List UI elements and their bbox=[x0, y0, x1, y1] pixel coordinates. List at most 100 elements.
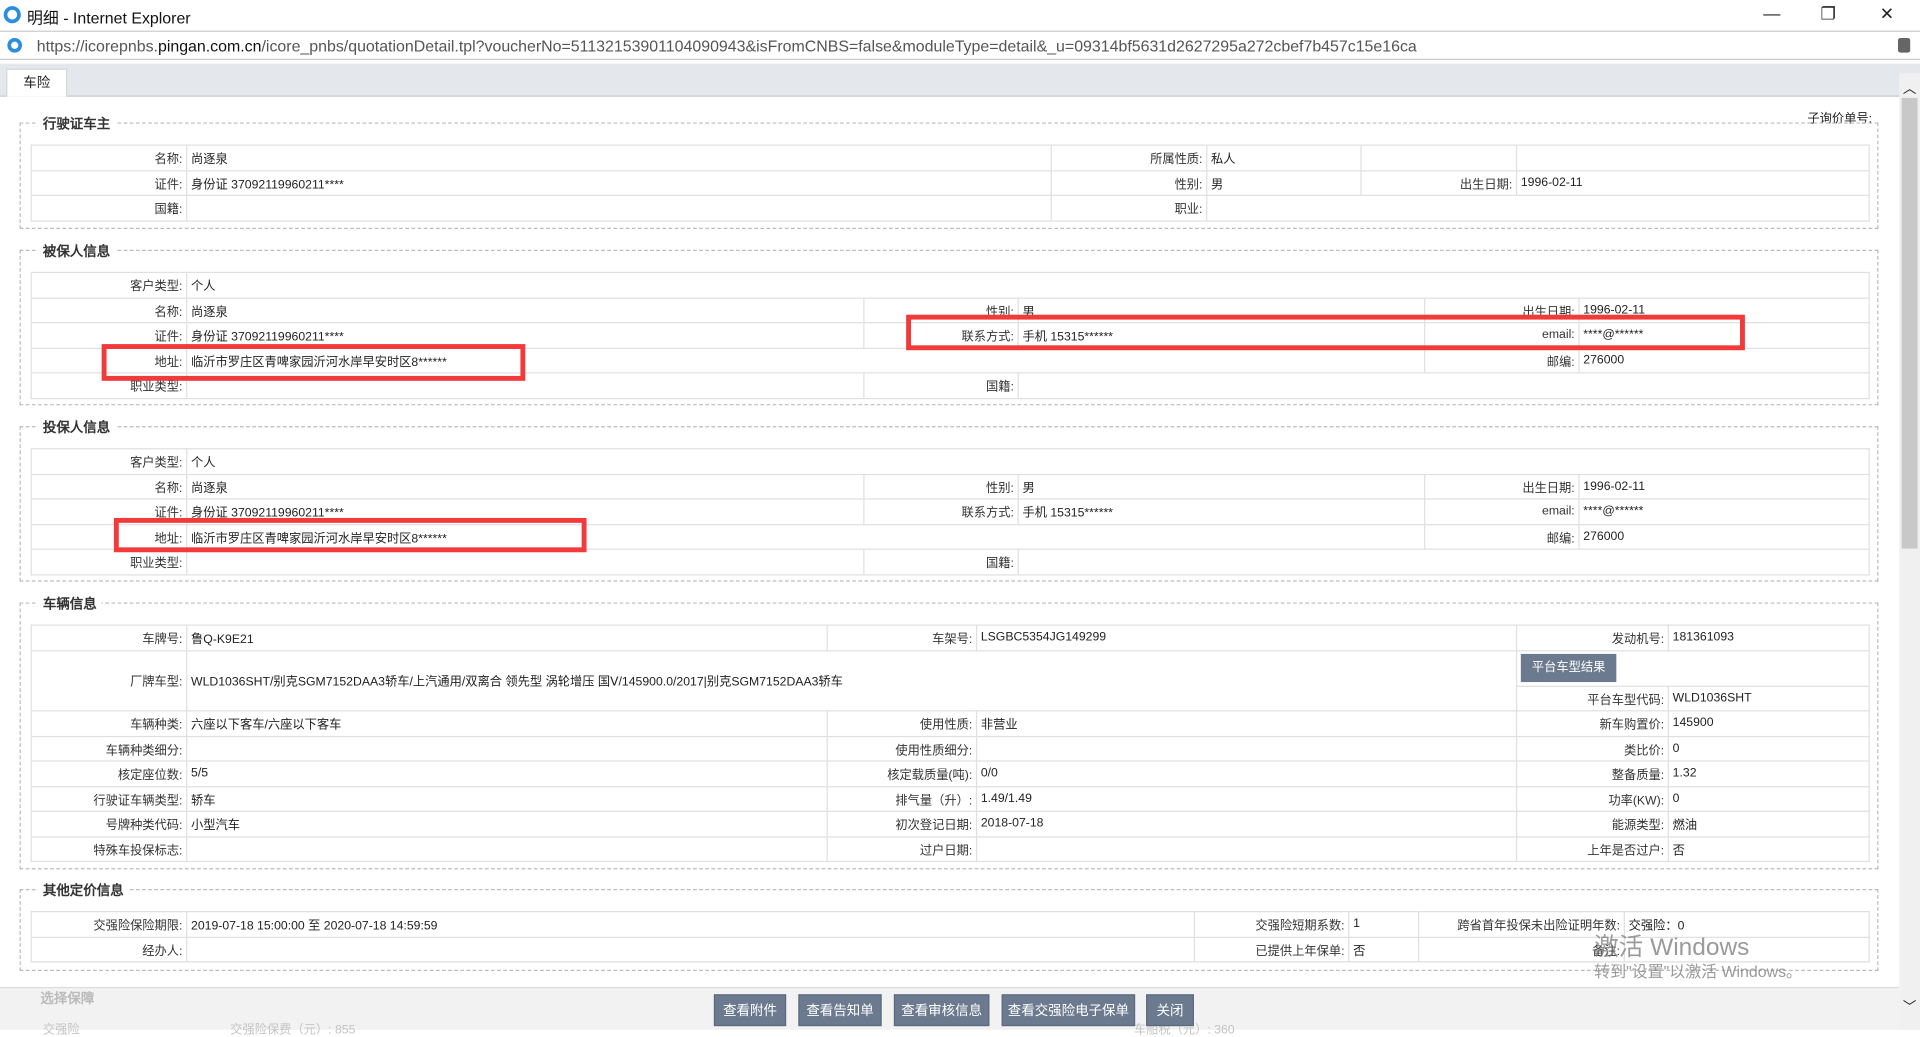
label: 排气量（升）: bbox=[826, 785, 978, 812]
ie-window: 明细 - Internet Explorer — ❐ ✕ https://ico… bbox=[0, 0, 1920, 1037]
platform-model-code: WLD1036SHT bbox=[1667, 685, 1870, 712]
empty-cell bbox=[186, 735, 828, 762]
short-term-factor: 1 bbox=[1348, 911, 1420, 938]
activation-watermark-title: 激活 Windows bbox=[1594, 934, 1750, 962]
platform-model-result-button[interactable]: 平台车型结果 bbox=[1520, 653, 1617, 683]
scrollbar[interactable]: ︿ ﹀ bbox=[1899, 73, 1920, 1030]
empty-cell bbox=[1017, 548, 1870, 575]
label: 出生日期: bbox=[1424, 473, 1580, 500]
empty-cell bbox=[1206, 194, 1870, 222]
applicant-email: ****@****** bbox=[1578, 498, 1870, 525]
label: 车辆种类: bbox=[30, 710, 188, 737]
vehicle-table: 车牌号: 鲁Q-K9E21 车架号: LSGBC5354JG149299 发动机号: 18… bbox=[30, 624, 1870, 863]
applicant-table: 客户类型: 个人 名称: 尚逐泉 性别: 男出生日期: 1996-02-11 证件: 身份证… bbox=[30, 448, 1870, 575]
label: 能源类型: bbox=[1515, 810, 1669, 837]
owner-section: 行驶证车主 名称: 尚逐泉 所属性质: 私人 证件: 身份证 3709211996021… bbox=[19, 113, 1879, 229]
vin: LSGBC5354JG149299 bbox=[975, 624, 1518, 651]
label: email: bbox=[1424, 498, 1580, 525]
label: 厂牌车型: bbox=[30, 649, 188, 712]
vehicle-section: 车辆信息 车牌号: 鲁Q-K9E21 车架号: LSGBC5354JG149299 发动… bbox=[19, 593, 1879, 870]
label: 性别: bbox=[863, 473, 1019, 500]
section-title: 行驶证车主 bbox=[37, 113, 116, 134]
register-date: 2018-07-18 bbox=[975, 810, 1518, 837]
label: 名称: bbox=[30, 144, 188, 171]
empty-cell bbox=[186, 936, 1196, 963]
activation-watermark-text: 转到"设置"以激活 Windows。 bbox=[1594, 962, 1802, 981]
label: 核定载质量(吨): bbox=[826, 760, 978, 787]
applicant-section: 投保人信息 客户类型: 个人 名称: 尚逐泉 性别: 男出生日期: 1996-02-11 … bbox=[19, 417, 1879, 582]
label: 使用性质细分: bbox=[826, 735, 978, 762]
label: 联系方式: bbox=[863, 498, 1019, 525]
section-title: 其他定价信息 bbox=[37, 880, 129, 901]
label: 邮编: bbox=[1424, 523, 1580, 550]
label: 证件: bbox=[30, 169, 188, 196]
ie-logo-icon bbox=[3, 6, 21, 24]
label: 号牌种类代码: bbox=[30, 810, 188, 837]
license-vehicle-type: 轿车 bbox=[186, 785, 828, 812]
owner-name: 尚逐泉 bbox=[186, 144, 1052, 171]
label: 出生日期: bbox=[1360, 169, 1518, 196]
insured-zip: 276000 bbox=[1578, 347, 1870, 374]
label: 国籍: bbox=[863, 372, 1019, 399]
label: 国籍: bbox=[863, 548, 1019, 575]
curb-weight: 1.32 bbox=[1667, 760, 1870, 787]
compulsory-premium: 交强险保费（元）: 855 bbox=[230, 1023, 356, 1037]
view-attachments-button[interactable]: 查看附件 bbox=[713, 994, 787, 1027]
label: 类比价: bbox=[1515, 735, 1669, 762]
close-button[interactable]: ✕ bbox=[1869, 4, 1906, 25]
label: 已提供上年保单: bbox=[1193, 936, 1350, 963]
label: 交强险保险期限: bbox=[30, 911, 188, 938]
applicant-name: 尚逐泉 bbox=[186, 473, 865, 500]
label: 车牌号: bbox=[30, 624, 188, 651]
label: 国籍: bbox=[30, 194, 188, 222]
applicant-zip: 276000 bbox=[1578, 523, 1870, 550]
empty-cell bbox=[1515, 144, 1870, 171]
address-bar[interactable]: https://icorepnbs.pingan.com.cn/icore_pn… bbox=[0, 30, 1920, 61]
empty-cell bbox=[975, 835, 1518, 863]
new-car-price: 145900 bbox=[1667, 710, 1870, 737]
empty-cell bbox=[1360, 144, 1518, 171]
coverage-title: 选择保障 bbox=[40, 991, 95, 1007]
owner-id: 身份证 37092119960211**** bbox=[186, 169, 1052, 196]
last-year-transfer: 否 bbox=[1667, 835, 1870, 863]
vehicle-kind: 六座以下客车/六座以下客车 bbox=[186, 710, 828, 737]
plate-number: 鲁Q-K9E21 bbox=[186, 624, 828, 651]
label: 新车购置价: bbox=[1515, 710, 1669, 737]
label: 行驶证车辆类型: bbox=[30, 785, 188, 812]
view-audit-button[interactable]: 查看审核信息 bbox=[893, 994, 990, 1027]
section-title: 投保人信息 bbox=[37, 417, 116, 438]
scrollbar-thumb[interactable] bbox=[1901, 97, 1918, 549]
view-epolicy-button[interactable]: 查看交强险电子保单 bbox=[1001, 994, 1136, 1027]
energy-type: 燃油 bbox=[1667, 810, 1870, 837]
empty-cell bbox=[186, 194, 1052, 222]
insured-name: 尚逐泉 bbox=[186, 296, 865, 324]
close-page-button[interactable]: 关闭 bbox=[1146, 994, 1194, 1027]
title-bar: 明细 - Internet Explorer — ❐ ✕ bbox=[0, 0, 1920, 30]
engine-number: 181361093 bbox=[1667, 624, 1870, 651]
vehicle-model: WLD1036SHT/别克SGM7152DAA3轿车/上汽通用/双离合 领先型 … bbox=[186, 649, 1518, 712]
applicant-contact: 手机 15315****** bbox=[1017, 498, 1426, 525]
owner-table: 名称: 尚逐泉 所属性质: 私人 证件: 身份证 37092119960211**** 性… bbox=[30, 144, 1870, 222]
prev-policy: 否 bbox=[1348, 936, 1420, 963]
restore-button[interactable]: ❐ bbox=[1810, 4, 1847, 25]
label: 职业类型: bbox=[30, 548, 188, 575]
label: 初次登记日期: bbox=[826, 810, 978, 837]
highlight-insured-contact bbox=[906, 314, 1745, 351]
label: 核定座位数: bbox=[30, 760, 188, 787]
power: 0 bbox=[1667, 785, 1870, 812]
highlight-applicant-address bbox=[113, 517, 587, 553]
scroll-down-icon[interactable]: ﹀ bbox=[1903, 997, 1916, 1017]
label: 平台车型代码: bbox=[1515, 685, 1669, 712]
label: 所属性质: bbox=[1050, 144, 1208, 171]
load: 0/0 bbox=[975, 760, 1518, 787]
url-text[interactable]: https://icorepnbs.pingan.com.cn/icore_pn… bbox=[37, 37, 1417, 55]
tab-car-insurance[interactable]: 车险 bbox=[6, 68, 68, 97]
label: 上年是否过户: bbox=[1515, 835, 1669, 863]
view-notice-button[interactable]: 查看告知单 bbox=[798, 994, 882, 1027]
label: 交强险短期系数: bbox=[1193, 911, 1350, 938]
minimize-button[interactable]: — bbox=[1753, 4, 1790, 24]
compulsory-period: 2019-07-18 15:00:00 至 2020-07-18 14:59:5… bbox=[186, 911, 1196, 938]
lock-icon[interactable] bbox=[1897, 37, 1911, 53]
scroll-up-icon[interactable]: ︿ bbox=[1903, 78, 1916, 98]
use-nature: 非营业 bbox=[975, 710, 1518, 737]
